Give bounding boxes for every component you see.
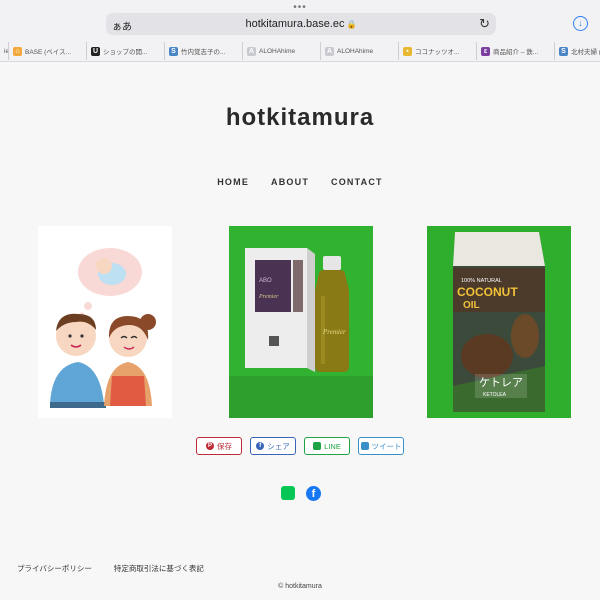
main-nav: HOME ABOUT CONTACT — [0, 177, 600, 187]
tab-favicon-icon: ⌂ — [13, 46, 22, 56]
save-button[interactable]: P 保存 — [196, 437, 242, 455]
svg-text:OIL: OIL — [463, 300, 480, 311]
product-image-bottle[interactable]: ABO Premier Premier — [229, 226, 373, 418]
tab-label: ショップの開... — [103, 49, 148, 56]
tab-favicon-icon: S — [169, 46, 178, 56]
tab-bar: ie ⌂ BASE (ベイス... U ショップの開... S 竹内覚志子の... A ALOH… — [0, 42, 600, 60]
share-label: シェア — [267, 441, 290, 451]
window-dots[interactable]: ••• — [0, 2, 600, 13]
coconut-oil-bag-icon: COCONUT OIL 100% NATURAL ケトレア KETOLEA — [427, 226, 571, 418]
tab-favicon-icon: A — [325, 46, 334, 56]
reload-icon[interactable]: ↻ — [479, 16, 490, 32]
url-text[interactable]: hotkitamura.base.ec 🔒 — [106, 18, 496, 30]
tab-label: ALOHAhime — [337, 47, 374, 55]
tab-favicon-icon: ε — [481, 46, 490, 56]
address-bar[interactable]: ぁあ hotkitamura.base.ec 🔒 ↻ — [106, 13, 496, 35]
tab-label: ALOHAhime — [259, 47, 296, 55]
copyright: © hotkitamura — [278, 583, 322, 590]
product-image-family[interactable] — [38, 226, 172, 418]
browser-tab[interactable]: U ショップの開... — [87, 42, 165, 60]
nav-home[interactable]: HOME — [217, 177, 249, 187]
browser-tab[interactable]: ⌂ BASE (ベイス... — [9, 42, 87, 60]
tab-label: BASE (ベイス... — [25, 49, 72, 56]
share-button[interactable]: f シェア — [250, 437, 296, 455]
lock-icon: 🔒 — [346, 20, 357, 29]
browser-chrome: ••• ぁあ hotkitamura.base.ec 🔒 ↻ ↓ ie ⌂ BASE … — [0, 0, 600, 62]
tab-favicon-icon: ▪ — [403, 46, 412, 56]
line-icon — [313, 442, 322, 450]
tab-favicon-icon: A — [247, 46, 256, 56]
box-text: Premier — [258, 294, 279, 300]
footer-links: プライバシーポリシー 特定商取引法に基づく表記 — [17, 563, 204, 574]
tab-favicon-icon: S — [559, 46, 568, 56]
browser-tab[interactable]: ie — [0, 42, 9, 60]
save-label: 保存 — [217, 441, 232, 451]
browser-tab[interactable]: S北村夫婦 (計 — [555, 42, 600, 60]
privacy-policy-link[interactable]: プライバシーポリシー — [17, 563, 92, 574]
browser-tab[interactable]: ▪ ココナッツオ... — [399, 42, 477, 60]
svg-text:COCONUT: COCONUT — [457, 285, 518, 299]
browser-tab[interactable]: A ALOHAhime — [243, 42, 321, 60]
product-image-coconut-oil[interactable]: COCONUT OIL 100% NATURAL ケトレア KETOLEA — [427, 226, 571, 418]
box-and-bottle-product: ABO Premier Premier — [229, 226, 373, 418]
svg-text:Premier: Premier — [322, 328, 346, 336]
site-title[interactable]: hotkitamura — [0, 104, 600, 132]
browser-tab[interactable]: S 竹内覚志子の... — [165, 42, 243, 60]
legal-notice-link[interactable]: 特定商取引法に基づく表記 — [114, 563, 204, 574]
family-illustration — [50, 248, 156, 408]
twitter-icon — [360, 442, 369, 450]
tab-label: 商品紹介 – 鉄... — [493, 49, 539, 56]
tweet-label: ツイート — [371, 441, 402, 451]
svg-text:ABO: ABO — [259, 278, 272, 284]
svg-text:100% NATURAL: 100% NATURAL — [461, 278, 502, 284]
tab-label: ココナッツオ... — [415, 49, 460, 56]
svg-text:KETOLEA: KETOLEA — [483, 392, 507, 398]
tab-label: 竹内覚志子の... — [181, 49, 226, 56]
pinterest-icon: P — [206, 442, 214, 450]
svg-text:ケトレア: ケトレア — [479, 376, 523, 389]
nav-contact[interactable]: CONTACT — [331, 177, 383, 187]
line-label: LINE — [324, 441, 341, 451]
line-social-icon[interactable] — [281, 486, 295, 500]
download-icon[interactable]: ↓ — [573, 16, 588, 31]
tab-label: 北村夫婦 (計 — [571, 49, 600, 56]
browser-tab[interactable]: ε 商品紹介 – 鉄... — [477, 42, 555, 60]
url-value: hotkitamura.base.ec — [245, 18, 345, 30]
facebook-social-icon[interactable]: f — [306, 486, 321, 501]
facebook-icon: f — [256, 442, 265, 450]
nav-about[interactable]: ABOUT — [271, 177, 309, 187]
share-buttons: P 保存 f シェア LINE ツイート — [0, 437, 600, 455]
tab-favicon-icon: U — [91, 46, 100, 56]
line-button[interactable]: LINE — [304, 437, 350, 455]
tweet-button[interactable]: ツイート — [358, 437, 404, 455]
browser-tab[interactable]: A ALOHAhime — [321, 42, 399, 60]
